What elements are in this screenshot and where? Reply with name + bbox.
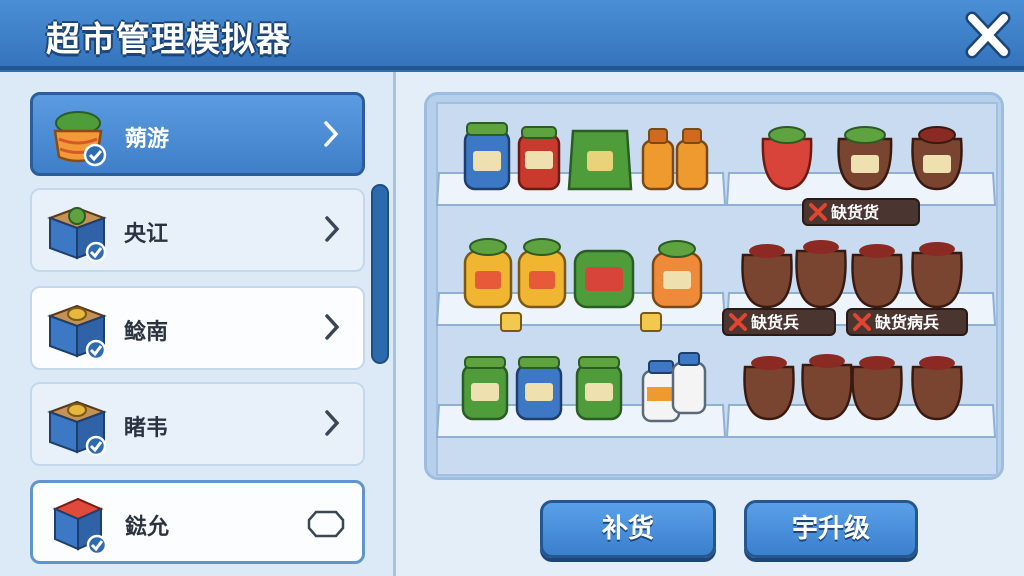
close-icon[interactable] — [962, 10, 1014, 60]
product-jar-yellow — [517, 238, 567, 309]
sidebar-item-label: 鲶南 — [124, 320, 169, 345]
sidebar-item-label: 鍅允 — [125, 515, 170, 540]
product-jar-red — [517, 126, 561, 191]
product-sack-brown — [837, 126, 893, 191]
octagon-icon — [307, 510, 345, 538]
out-of-stock-text: 缺货兵 — [751, 313, 799, 332]
product-jar-blue — [515, 356, 563, 421]
sidebar-item-1[interactable]: 蒴游 — [30, 92, 365, 176]
chevron-right-icon — [325, 410, 340, 436]
scrollbar[interactable] — [371, 184, 389, 364]
page-title: 超市管理模拟器 — [46, 20, 291, 60]
product-bag-green — [567, 129, 633, 191]
shelf-scene: 缺货货 缺货兵 缺货病兵 — [427, 95, 1001, 477]
chevron-right-icon — [325, 314, 340, 340]
out-of-stock-text: 缺货货 — [831, 203, 879, 222]
out-of-stock-tag: 缺货病兵 — [846, 308, 968, 336]
upgrade-button[interactable]: 宇升级 — [744, 500, 918, 558]
restock-button[interactable]: 补货 — [540, 500, 716, 558]
sidebar-item-label: 睹韦 — [124, 416, 169, 441]
product-sack-brown — [911, 126, 963, 191]
out-of-stock-tag: 缺货兵 — [722, 308, 836, 336]
product-jar-green — [575, 356, 623, 421]
package-cube-icon — [52, 497, 108, 556]
sidebar-item-3[interactable]: 鲶南 — [30, 286, 365, 370]
product-jar-yellow — [463, 238, 513, 309]
sidebar-item-5[interactable]: 鍅允 — [30, 480, 365, 564]
vegetable-crate-icon — [53, 111, 107, 167]
box-icon — [47, 400, 107, 457]
out-of-stock-tag: 缺货货 — [802, 198, 920, 226]
sidebar-item-4[interactable]: 睹韦 — [30, 382, 365, 466]
shelf-display: 缺货货 缺货兵 缺货病兵 — [424, 92, 1004, 480]
title-bar: 超市管理模拟器 — [0, 0, 1024, 70]
chevron-right-icon — [324, 121, 339, 147]
sidebar-item-label: 蒴游 — [125, 127, 170, 152]
product-jar-green — [461, 356, 509, 421]
chevron-right-icon — [325, 216, 340, 242]
out-of-stock-text: 缺货病兵 — [875, 313, 939, 332]
category-sidebar: 蒴游 央讧 鲶南 睹韦 鍅允 — [0, 72, 396, 576]
product-jar-orange — [651, 240, 703, 309]
sidebar-item-2[interactable]: 央讧 — [30, 188, 365, 272]
product-jar-green — [573, 249, 635, 309]
product-jar-blue — [463, 122, 511, 191]
box-icon — [47, 206, 107, 263]
price-tag — [500, 312, 522, 332]
sidebar-item-label: 央讧 — [124, 222, 169, 247]
product-sack-red — [761, 126, 813, 191]
price-tag — [640, 312, 662, 332]
box-icon — [47, 304, 107, 361]
